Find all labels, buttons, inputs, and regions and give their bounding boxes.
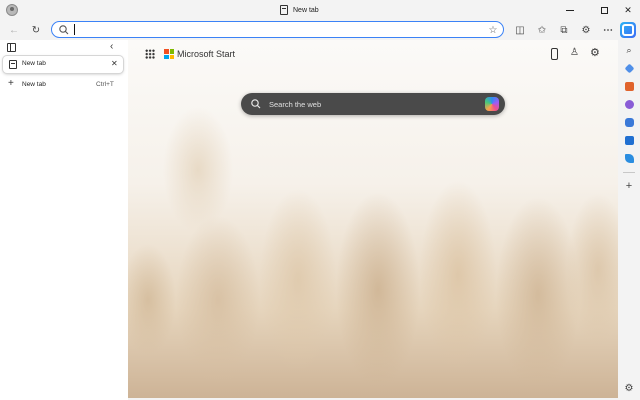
tools-icon[interactable] (621, 78, 637, 94)
brand-name[interactable]: Microsoft Start (177, 49, 235, 59)
microsoft365-icon[interactable] (621, 114, 637, 130)
browser-window: New tab ✕ ← ↻ ☆ ◫ ✩ ⧉ ⚙ ⋯ ‹ New tab ✕ + … (0, 0, 640, 400)
microsoft-logo-icon (164, 49, 174, 59)
tab-new-tab[interactable]: New tab ✕ (3, 56, 123, 73)
right-sidebar: ⌕ + ⚙ (618, 40, 640, 400)
collections-icon[interactable]: ⧉ (556, 22, 572, 38)
close-tab-icon[interactable]: ✕ (111, 59, 118, 68)
minimize-icon (566, 9, 574, 11)
profile-avatar[interactable] (6, 4, 18, 16)
window-title-text: New tab (293, 6, 319, 14)
address-bar[interactable]: ☆ (51, 21, 504, 38)
app-launcher-icon[interactable] (145, 49, 155, 59)
favorite-star-icon[interactable]: ☆ (486, 23, 500, 37)
new-tab-page: Microsoft Start ♙ ⚙ (128, 40, 618, 398)
drop-icon[interactable] (621, 150, 637, 166)
page-icon (280, 5, 288, 15)
back-icon[interactable]: ← (6, 22, 22, 38)
new-tab-label: New tab (22, 81, 46, 88)
close-button[interactable]: ✕ (616, 0, 640, 20)
collapse-pane-icon[interactable]: ‹ (110, 41, 113, 52)
copilot-icon[interactable] (485, 97, 499, 111)
text-caret (74, 24, 75, 35)
close-icon: ✕ (624, 4, 632, 15)
maximize-button[interactable] (592, 0, 616, 20)
refresh-icon[interactable]: ↻ (28, 22, 44, 38)
page-settings-icon[interactable]: ⚙ (590, 46, 600, 59)
new-tab-button[interactable]: + New tab Ctrl+T (3, 78, 123, 92)
web-search-box[interactable] (241, 93, 505, 115)
more-icon[interactable]: ⋯ (600, 22, 616, 38)
plus-icon: + (8, 78, 14, 89)
split-screen-icon[interactable]: ◫ (512, 22, 528, 38)
settings-icon[interactable]: ⚙ (621, 380, 637, 396)
search-icon (59, 25, 69, 35)
new-tab-shortcut: Ctrl+T (96, 81, 114, 88)
title-bar: New tab ✕ (0, 0, 640, 20)
tab-label: New tab (22, 60, 46, 67)
extensions-icon[interactable]: ⚙ (578, 22, 594, 38)
page-icon (9, 60, 17, 69)
phone-icon[interactable] (551, 48, 558, 60)
page-header: Microsoft Start ♙ ⚙ (128, 40, 618, 70)
minimize-button[interactable] (558, 0, 582, 20)
search-icon[interactable]: ⌕ (621, 42, 637, 58)
toolbar: ← ↻ ☆ ◫ ✩ ⧉ ⚙ ⋯ (0, 20, 640, 40)
rewards-trophy-icon[interactable]: ♙ (570, 47, 579, 58)
outlook-icon[interactable] (621, 132, 637, 148)
maximize-icon (600, 6, 608, 14)
favorites-icon[interactable]: ✩ (534, 22, 550, 38)
search-icon (251, 99, 261, 109)
vertical-tabs-pane: ‹ New tab ✕ + New tab Ctrl+T (0, 40, 128, 400)
window-title: New tab (280, 4, 319, 16)
web-search-input[interactable] (269, 98, 469, 110)
sidebar-divider (623, 172, 635, 173)
address-input[interactable] (74, 24, 474, 36)
vertical-tabs-header: ‹ (0, 40, 128, 56)
shopping-icon[interactable] (621, 60, 637, 76)
tab-actions-icon[interactable] (7, 43, 16, 52)
add-icon[interactable]: + (621, 178, 637, 194)
copilot-icon[interactable] (620, 22, 636, 38)
games-icon[interactable] (621, 96, 637, 112)
